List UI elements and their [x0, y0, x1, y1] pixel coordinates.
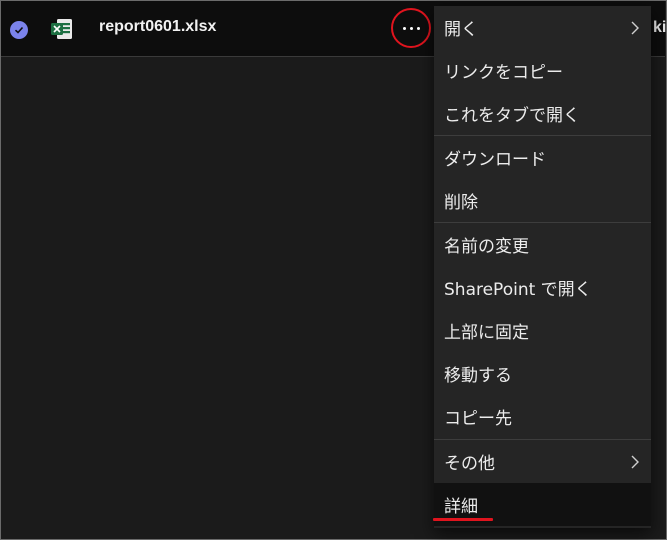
- menu-item-label: 削除: [444, 193, 478, 213]
- menu-item-label: コピー先: [444, 409, 512, 429]
- file-name[interactable]: report0601.xlsx: [99, 18, 216, 36]
- menu-item-label: 名前の変更: [444, 237, 529, 257]
- menu-item-copy-link[interactable]: リンクをコピー: [434, 49, 651, 92]
- more-icon: [402, 26, 420, 30]
- menu-item-label: 移動する: [444, 366, 512, 386]
- menu-item-label: リンクをコピー: [444, 63, 563, 83]
- menu-item-open-in-sharepoint[interactable]: SharePoint で開く: [434, 266, 651, 309]
- chevron-right-icon: [631, 21, 639, 34]
- excel-file-icon: [51, 18, 73, 40]
- menu-item-move-to[interactable]: 移動する: [434, 352, 651, 395]
- menu-item-label: 上部に固定: [444, 323, 529, 343]
- menu-item-label: ダウンロード: [444, 150, 546, 170]
- context-menu: 開く リンクをコピー これをタブで開く ダウンロード 削除 名前の変更 Shar…: [434, 6, 651, 528]
- menu-item-more[interactable]: その他: [434, 440, 651, 483]
- selected-check-icon[interactable]: [10, 21, 28, 39]
- menu-item-label: 開く: [444, 20, 478, 40]
- menu-item-delete[interactable]: 削除: [434, 179, 651, 222]
- trailing-text: kir: [653, 19, 667, 36]
- highlight-underline: [433, 518, 493, 521]
- more-options-button[interactable]: [391, 8, 431, 48]
- chevron-right-icon: [631, 455, 639, 468]
- menu-item-copy-to[interactable]: コピー先: [434, 395, 651, 438]
- menu-item-pin-to-top[interactable]: 上部に固定: [434, 309, 651, 352]
- menu-item-label: 詳細: [444, 497, 478, 517]
- menu-item-rename[interactable]: 名前の変更: [434, 223, 651, 266]
- menu-item-open-in-tab[interactable]: これをタブで開く: [434, 92, 651, 135]
- menu-item-label: これをタブで開く: [444, 106, 580, 126]
- menu-item-open[interactable]: 開く: [434, 6, 651, 49]
- menu-item-label: その他: [444, 454, 495, 474]
- menu-item-label: SharePoint で開く: [444, 280, 592, 300]
- menu-item-download[interactable]: ダウンロード: [434, 136, 651, 179]
